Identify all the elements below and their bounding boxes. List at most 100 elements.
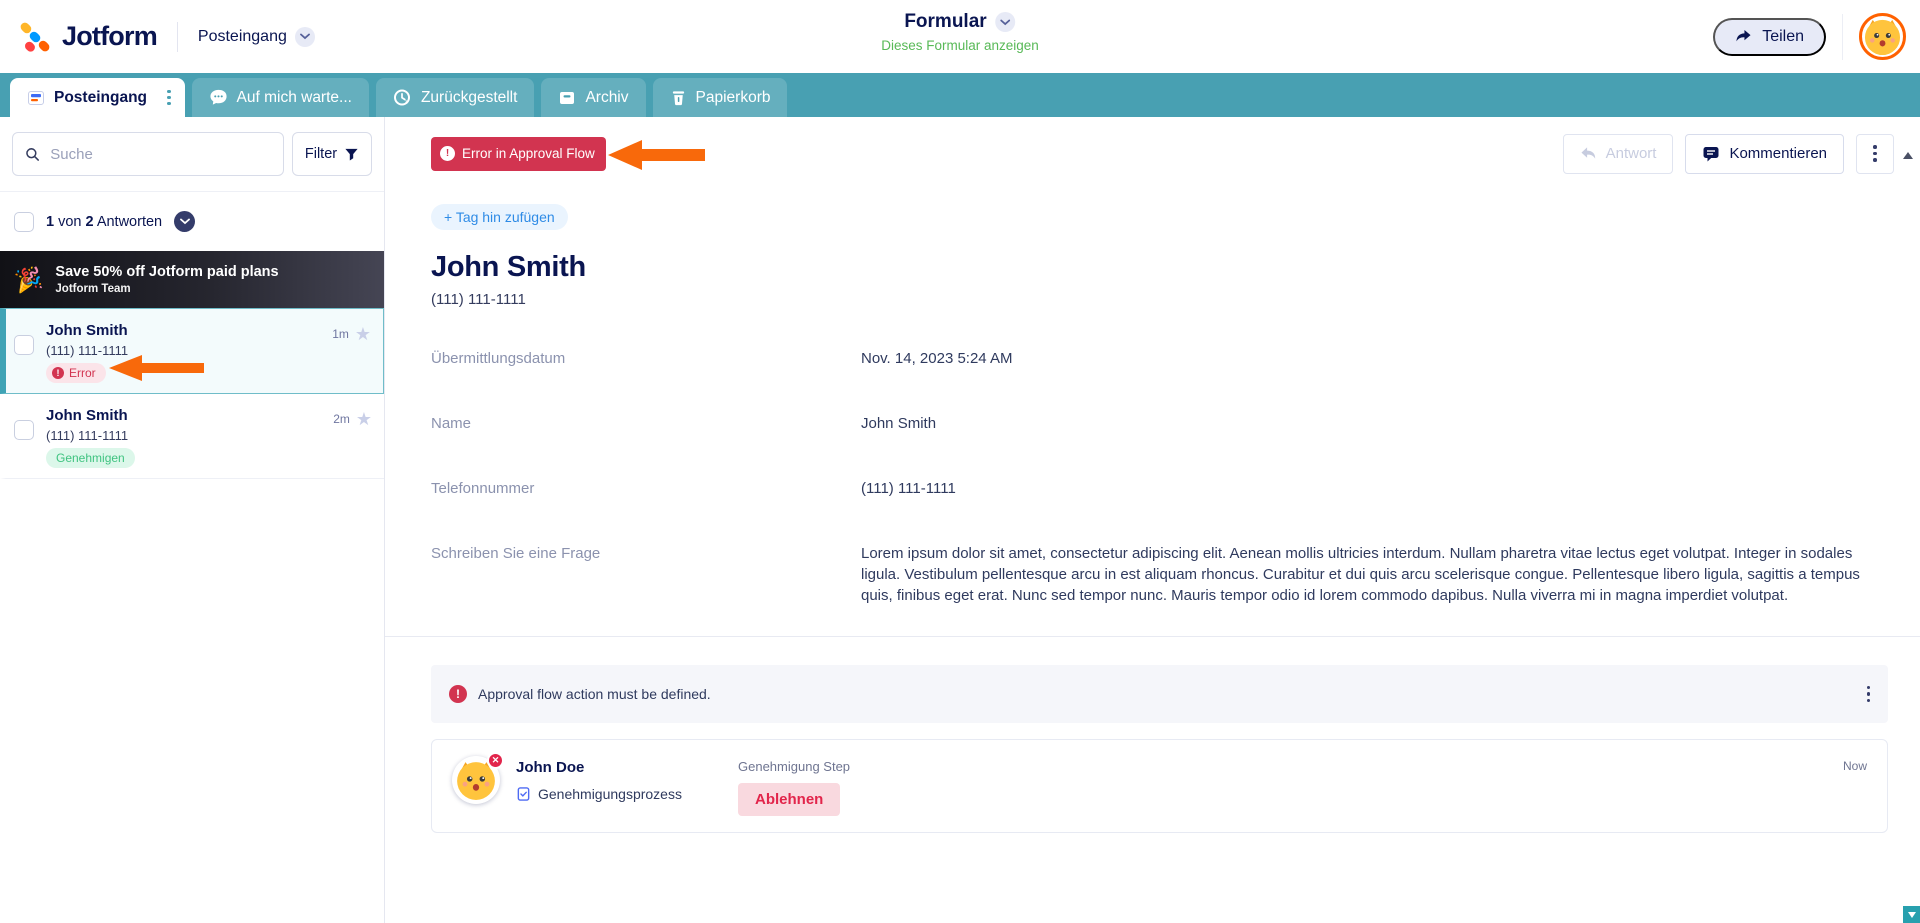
reject-action-badge[interactable]: Ablehnen <box>738 783 841 816</box>
main-row: Filter 1 von 2 Antworten 🎉 Save 50% off … <box>0 117 1920 923</box>
approver-avatar: ✕ <box>452 752 504 804</box>
jotform-inbox-page: Jotform Posteingang Formular Dieses Form… <box>0 0 1920 923</box>
error-in-approval-flow-badge[interactable]: ! Error in Approval Flow <box>431 136 606 171</box>
chevron-down-icon <box>995 12 1016 32</box>
search-input[interactable] <box>50 145 271 163</box>
error-exclamation-icon: ! <box>440 146 455 161</box>
form-title-dropdown[interactable]: Formular <box>881 11 1039 33</box>
search-box <box>12 132 284 176</box>
field-list: Übermittlungsdatum Nov. 14, 2023 5:24 AM… <box>431 348 1890 606</box>
approver-info: John Doe Genehmigungsprozess <box>516 756 694 816</box>
approval-error-message: Approval flow action must be defined. <box>478 686 711 702</box>
count-chevron-icon[interactable] <box>174 211 196 232</box>
promo-subtitle: Jotform Team <box>55 283 131 295</box>
avatar-face-icon <box>1864 19 1901 56</box>
error-badge-label: Error in Approval Flow <box>462 146 595 161</box>
share-button[interactable]: Teilen <box>1713 17 1826 56</box>
promo-banner[interactable]: 🎉 Save 50% off Jotform paid plans Jotfor… <box>0 251 384 308</box>
item-time: 2m <box>333 412 350 426</box>
field-row: Übermittlungsdatum Nov. 14, 2023 5:24 AM <box>431 348 1890 369</box>
detail-content: + Tag hin zufügen John Smith (111) 111-1… <box>385 190 1920 923</box>
field-row: Telefonnummer (111) 111-1111 <box>431 478 1890 499</box>
add-tag-button[interactable]: + Tag hin zufügen <box>431 204 568 230</box>
submission-list-item[interactable]: John Smith (111) 111-1111 Genehmigen 2m … <box>0 394 384 479</box>
item-main: John Smith (111) 111-1111 ! Error <box>46 319 320 383</box>
filter-label: Filter <box>304 146 338 162</box>
section-divider <box>385 636 1920 637</box>
submission-detail-panel: ! Error in Approval Flow Antwort Komment <box>385 117 1920 923</box>
snooze-clock-icon <box>393 89 410 106</box>
selection-count-row: 1 von 2 Antworten <box>0 192 384 251</box>
workspace-label: Posteingang <box>197 27 287 45</box>
scroll-down-arrow[interactable] <box>1903 906 1920 923</box>
header-divider <box>176 21 178 52</box>
item-meta: 2m ★ <box>333 404 372 468</box>
tab-zurueckgestellt[interactable]: Zurückgestellt <box>375 78 535 117</box>
view-form-link[interactable]: Dieses Formular anzeigen <box>881 38 1039 53</box>
item-phone: (111) 111-1111 <box>46 343 129 358</box>
tab-label: Papierkorb <box>695 88 771 106</box>
jotform-logo-icon <box>20 22 50 52</box>
error-tag: ! Error <box>46 363 106 383</box>
tab-label: Zurückgestellt <box>420 88 518 106</box>
item-checkbox[interactable] <box>14 420 34 440</box>
reply-button[interactable]: Antwort <box>1562 133 1674 174</box>
jotform-logo[interactable]: Jotform <box>0 18 158 56</box>
submission-title: John Smith <box>431 251 586 283</box>
trash-icon <box>672 90 684 105</box>
promo-title: Save 50% off Jotform paid plans <box>55 264 279 280</box>
approval-step: Genehmigung Step Ablehnen <box>738 756 850 816</box>
more-options-button[interactable] <box>1856 133 1894 174</box>
item-checkbox[interactable] <box>14 335 34 355</box>
rejected-x-icon: ✕ <box>487 752 504 769</box>
field-label: Übermittlungsdatum <box>431 350 566 367</box>
approval-step-card: ✕ John Doe Genehmigungsprozess Genehmigu… <box>431 739 1888 833</box>
approver-name: John Doe <box>516 759 585 776</box>
approval-clipboard-icon <box>517 787 530 801</box>
user-avatar[interactable] <box>1859 13 1906 60</box>
reply-label: Antwort <box>1605 145 1657 162</box>
item-time: 1m <box>332 327 349 341</box>
step-label: Genehmigung Step <box>738 759 851 774</box>
comment-button[interactable]: Kommentieren <box>1685 133 1844 174</box>
field-value: Lorem ipsum dolor sit amet, consectetur … <box>861 545 1860 604</box>
filter-button[interactable]: Filter <box>292 132 372 176</box>
tab-posteingang[interactable]: Posteingang <box>10 78 185 117</box>
item-main: John Smith (111) 111-1111 Genehmigen <box>46 404 321 468</box>
tab-options-icon[interactable] <box>164 87 174 109</box>
header-right: Teilen <box>1713 13 1920 60</box>
tab-archiv[interactable]: Archiv <box>541 78 646 117</box>
app-header: Jotform Posteingang Formular Dieses Form… <box>0 0 1920 73</box>
item-name: John Smith <box>46 322 128 339</box>
comment-icon <box>1703 146 1719 161</box>
approval-error-bar: ! Approval flow action must be defined. <box>431 665 1888 723</box>
tag-label: Error <box>69 366 96 380</box>
field-row: Schreiben Sie eine Frage Lorem ipsum dol… <box>431 543 1890 606</box>
star-icon[interactable]: ★ <box>356 410 372 428</box>
select-all-checkbox[interactable] <box>14 211 34 232</box>
field-row: Name John Smith <box>431 413 1890 434</box>
error-exclamation-icon: ! <box>52 367 64 379</box>
tab-label: Auf mich warte... <box>236 88 352 106</box>
detail-toolbar: ! Error in Approval Flow Antwort Komment <box>385 117 1920 190</box>
inbox-icon <box>28 90 44 105</box>
approve-tag: Genehmigen <box>46 448 135 468</box>
approval-process-label: Genehmigungsprozess <box>538 786 682 802</box>
chevron-down-icon <box>294 26 315 47</box>
approval-process-row: Genehmigungsprozess <box>516 786 694 802</box>
submission-body: + Tag hin zufügen John Smith (111) 111-1… <box>385 190 1920 606</box>
tab-auf-mich-wartet[interactable]: Auf mich warte... <box>191 78 369 117</box>
star-icon[interactable]: ★ <box>355 325 371 343</box>
answers-count: 1 von 2 Antworten <box>46 213 163 230</box>
inbox-tab-bar: Posteingang Auf mich warte... Zurückgest… <box>0 73 1920 117</box>
archive-icon <box>560 91 575 104</box>
submission-list-item[interactable]: John Smith (111) 111-1111 ! Error 1m ★ <box>0 308 384 394</box>
approval-options-icon[interactable] <box>1866 685 1870 703</box>
approval-time: Now <box>1842 759 1867 773</box>
submission-subtitle: (111) 111-1111 <box>431 291 526 308</box>
workspace-dropdown[interactable]: Posteingang <box>197 26 315 47</box>
search-icon <box>26 147 39 161</box>
scroll-up-arrow[interactable] <box>1903 152 1913 159</box>
tab-papierkorb[interactable]: Papierkorb <box>652 78 788 117</box>
tab-label: Posteingang <box>54 88 148 106</box>
